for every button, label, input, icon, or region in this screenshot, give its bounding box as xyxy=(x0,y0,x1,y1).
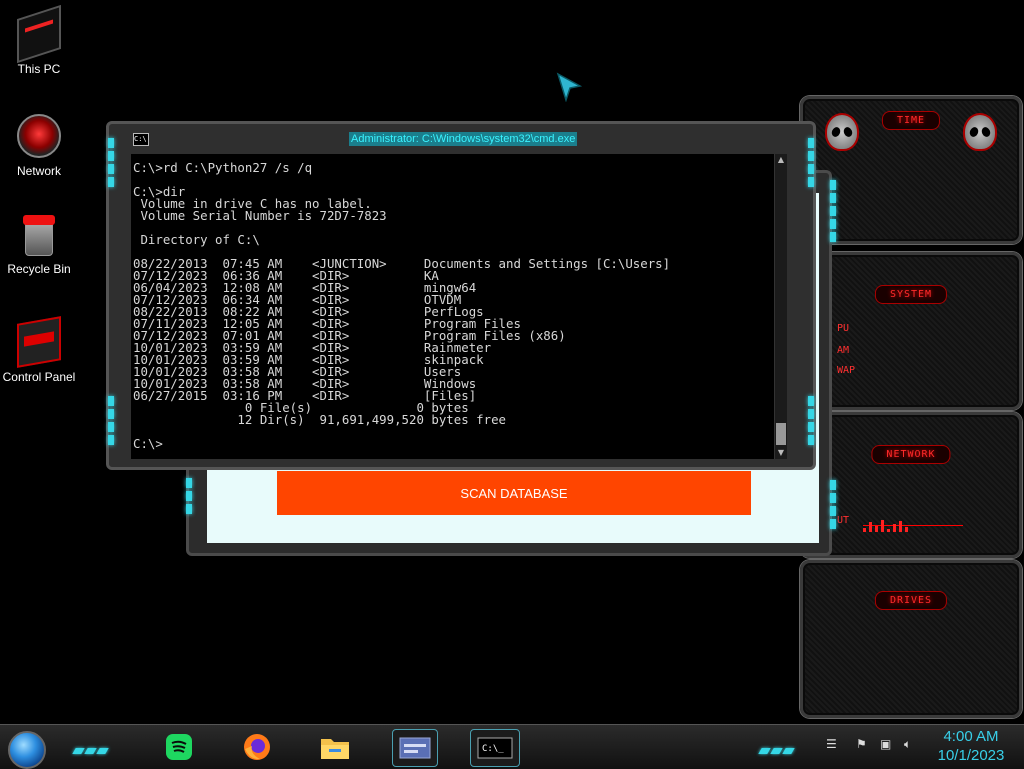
window-frame-accent xyxy=(830,480,836,532)
window-frame-accent xyxy=(830,180,836,245)
window-frame-accent xyxy=(808,396,814,448)
taskbar-accent xyxy=(758,739,796,758)
system-line-ram: AM xyxy=(837,345,850,356)
app-window-icon xyxy=(399,737,431,759)
drives-gadget-title: DRIVES xyxy=(874,591,948,610)
desktop-icon-this-pc[interactable]: This PC xyxy=(2,4,76,76)
desktop-icon-recycle-bin[interactable]: Recycle Bin xyxy=(2,215,76,276)
cmd-scrollbar[interactable]: ▲ ▼ xyxy=(774,154,787,459)
drives-gadget: DRIVES xyxy=(800,560,1022,718)
network-activity-graph xyxy=(863,513,963,532)
clock-time: 4:00 AM xyxy=(943,728,999,745)
firefox-icon xyxy=(244,734,270,760)
cmd-console[interactable]: C:\>rd C:\Python27 /s /q C:\>dir Volume … xyxy=(131,154,787,459)
network-line-out: UT xyxy=(837,515,850,526)
desktop-icon-label: Network xyxy=(16,164,61,178)
scrollbar-thumb[interactable] xyxy=(776,423,786,445)
network-icon xyxy=(17,114,61,158)
taskbar-spotify[interactable] xyxy=(160,729,198,765)
window-frame-accent xyxy=(108,138,114,190)
system-gadget: SYSTEM PU AM WAP xyxy=(800,252,1022,410)
desktop-icon-control-panel[interactable]: Control Panel xyxy=(2,316,76,384)
window-frame-accent xyxy=(808,138,814,190)
recycle-bin-icon xyxy=(23,215,55,256)
desktop-icon-label: Recycle Bin xyxy=(7,262,71,276)
start-button[interactable] xyxy=(8,731,46,769)
network-gadget-title: NETWORK xyxy=(871,445,951,464)
taskbar-clock[interactable]: 4:00 AM 10/1/2023 xyxy=(928,727,1014,765)
alien-logo-icon xyxy=(963,113,997,151)
scroll-down-icon[interactable]: ▼ xyxy=(775,447,787,459)
cmd-icon: C:\_ xyxy=(477,737,513,759)
window-frame-accent xyxy=(108,396,114,448)
show-hidden-icons-icon[interactable]: ☰ xyxy=(826,737,837,751)
window-frame-accent xyxy=(186,478,192,517)
file-explorer-icon xyxy=(321,739,349,759)
flag-icon[interactable]: ⚑ xyxy=(856,737,867,751)
this-pc-icon xyxy=(17,4,61,64)
cmd-window[interactable]: C:\ Administrator: C:\Windows\system32\c… xyxy=(106,121,816,470)
system-line-cpu: PU xyxy=(837,323,850,334)
desktop-icon-label: This PC xyxy=(17,62,61,76)
system-line-swap: WAP xyxy=(837,365,856,376)
alien-logo-icon xyxy=(825,113,859,151)
scan-database-button[interactable]: SCAN DATABASE xyxy=(277,471,751,515)
taskbar: C:\_ ☰ ⚑ ▣ 🔈︎ 4:00 AM 10/1/2023 xyxy=(0,724,1024,769)
taskbar-app-window[interactable] xyxy=(392,729,438,767)
cmd-titlebar[interactable]: C:\ Administrator: C:\Windows\system32\c… xyxy=(133,132,783,146)
volume-icon[interactable]: 🔈︎ xyxy=(904,737,911,752)
svg-text:C:\_: C:\_ xyxy=(482,744,504,754)
desktop-icon-network[interactable]: Network xyxy=(2,114,76,178)
system-gadget-title: SYSTEM xyxy=(874,285,948,304)
mouse-cursor-icon xyxy=(556,72,582,102)
taskbar-cmd[interactable]: C:\_ xyxy=(470,729,520,767)
control-panel-icon xyxy=(17,316,61,368)
cmd-system-menu-icon[interactable]: C:\ xyxy=(133,133,149,146)
cmd-window-title: Administrator: C:\Windows\system32\cmd.e… xyxy=(349,132,578,146)
taskbar-file-explorer[interactable] xyxy=(316,729,354,765)
time-gadget-title: TIME xyxy=(881,111,941,130)
spotify-icon xyxy=(166,734,192,760)
taskbar-firefox[interactable] xyxy=(238,729,276,765)
network-tray-icon[interactable]: ▣ xyxy=(880,737,891,751)
desktop-icon-label: Control Panel xyxy=(2,370,76,384)
cmd-output: C:\>rd C:\Python27 /s /q C:\>dir Volume … xyxy=(133,160,671,451)
scroll-up-icon[interactable]: ▲ xyxy=(775,154,787,166)
clock-date: 10/1/2023 xyxy=(937,747,1005,764)
taskbar-accent xyxy=(72,739,110,758)
